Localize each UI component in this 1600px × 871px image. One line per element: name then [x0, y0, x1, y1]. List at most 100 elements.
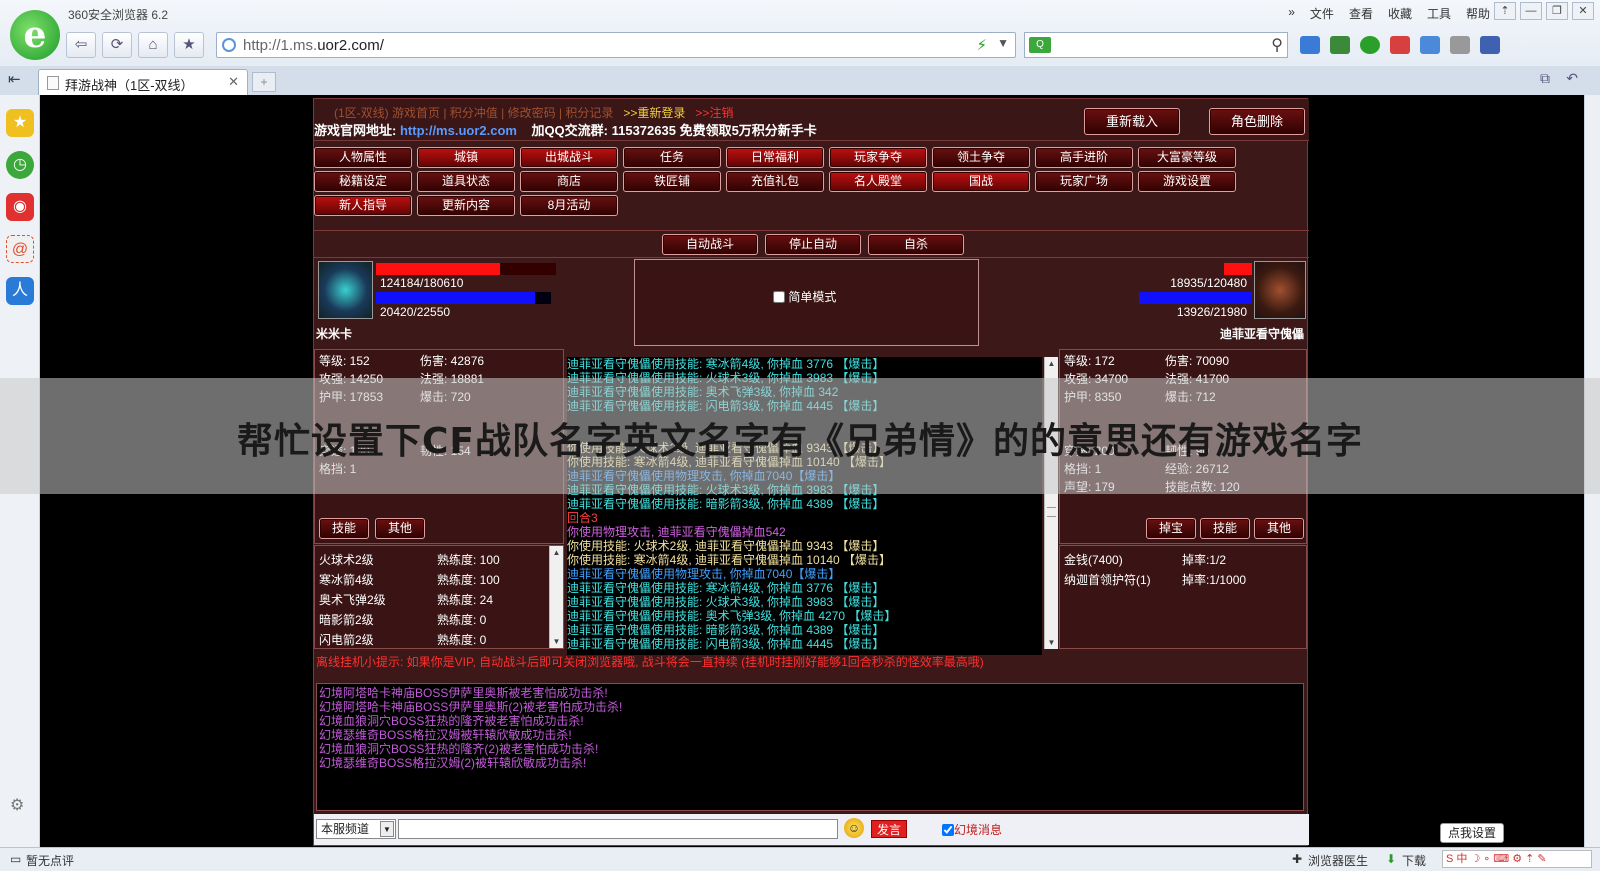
enemy-other-tab[interactable]: 其他 — [1254, 518, 1304, 539]
menu-button-2-4[interactable]: 铁匠铺 — [623, 171, 721, 192]
log-scroll-up-icon[interactable]: ▲ — [1045, 357, 1058, 370]
menu-button-3-3[interactable]: 8月活动 — [520, 195, 618, 216]
history-clock-icon[interactable]: ◷ — [6, 151, 34, 179]
menu-tools[interactable]: 工具 — [1427, 5, 1451, 22]
channel-dropdown-icon[interactable]: ▼ — [380, 821, 394, 837]
chat-input[interactable] — [398, 819, 838, 839]
send-button[interactable]: 发言 — [871, 820, 907, 838]
menu-button-1-2[interactable]: 城镇 — [417, 147, 515, 168]
simple-mode-input[interactable] — [773, 291, 785, 303]
enemy-skill-tab[interactable]: 技能 — [1200, 518, 1250, 539]
header-links[interactable]: (1区-双线) 游戏首页 | 积分冲值 | 修改密码 | 积分记录 >>重新登录… — [334, 104, 733, 121]
address-text[interactable]: http://1.ms.uor2.com/ — [243, 37, 384, 54]
minimize-button[interactable]: — — [1520, 2, 1542, 20]
channel-select[interactable]: 本服频道 ▼ — [316, 819, 396, 839]
p-skills-item: 熟练度: 0 — [437, 633, 487, 647]
menu-chevron-icon[interactable]: » — [1288, 5, 1295, 22]
download-icon[interactable]: ⬇ — [1386, 852, 1396, 866]
menu-button-1-9[interactable]: 大富豪等级 — [1138, 147, 1236, 168]
menu-button-2-3[interactable]: 商店 — [520, 171, 618, 192]
menu-button-2-8[interactable]: 玩家广场 — [1035, 171, 1133, 192]
sidebar-toggle-icon[interactable]: ⇤ — [8, 70, 21, 88]
people-icon[interactable]: 人 — [6, 277, 34, 305]
search-engine-icon[interactable]: Q — [1029, 37, 1051, 53]
simple-mode-checkbox[interactable]: 简单模式 — [773, 288, 836, 305]
menu-file[interactable]: 文件 — [1310, 5, 1334, 22]
help-tip-button[interactable]: 点我设置 — [1440, 823, 1504, 843]
site-url-link[interactable]: http://ms.uor2.com — [400, 123, 517, 138]
menu-button-2-7[interactable]: 国战 — [932, 171, 1030, 192]
menu-button-1-8[interactable]: 高手进阶 — [1035, 147, 1133, 168]
back-button[interactable]: ⇦ — [66, 32, 96, 58]
tab-game[interactable]: 拜游战神（1区-双线） ✕ — [38, 69, 248, 95]
tab-restore-icon[interactable]: ⧉ — [1540, 70, 1550, 87]
favorite-star-button[interactable]: ★ — [174, 32, 204, 58]
menu-button-1-7[interactable]: 领土争夺 — [932, 147, 1030, 168]
apps-icon[interactable] — [1300, 36, 1320, 54]
ime-toolbar-icon[interactable]: S 中 ☽ ∘ ⌨ ⚙ ⇡ ✎ — [1442, 850, 1592, 868]
menu-button-2-2[interactable]: 道具状态 — [417, 171, 515, 192]
download-link[interactable]: 下载 — [1402, 852, 1426, 869]
menu-button-2-6[interactable]: 名人殿堂 — [829, 171, 927, 192]
tab-close-icon[interactable]: ✕ — [228, 74, 239, 90]
home-button[interactable]: ⌂ — [138, 32, 168, 58]
menu-favorites[interactable]: 收藏 — [1388, 5, 1412, 22]
pin-icon[interactable]: ⇡ — [1494, 2, 1516, 20]
menu-help[interactable]: 帮助 — [1466, 5, 1490, 22]
menu-button-2-5[interactable]: 充值礼包 — [726, 171, 824, 192]
emoji-icon[interactable]: ☺ — [844, 818, 864, 838]
gear-icon[interactable]: ⚙ — [10, 795, 24, 815]
maximize-button[interactable]: ❐ — [1546, 2, 1568, 20]
stop-auto-button[interactable]: 停止自动 — [765, 234, 861, 255]
shield-icon[interactable] — [1360, 36, 1380, 54]
mail-icon[interactable]: @ — [6, 235, 34, 263]
suicide-button[interactable]: 自杀 — [868, 234, 964, 255]
menu-button-3-1[interactable]: 新人指导 — [314, 195, 412, 216]
undo-close-icon[interactable]: ↶ — [1566, 70, 1578, 87]
illusion-msg-input[interactable] — [942, 824, 954, 836]
menu-button-1-1[interactable]: 人物属性 — [314, 147, 412, 168]
search-icon[interactable]: ⚲ — [1271, 35, 1283, 55]
log-scroll-thumb[interactable] — [1047, 507, 1056, 517]
new-tab-button[interactable]: + — [252, 72, 276, 92]
menu-button-1-6[interactable]: 玩家争夺 — [829, 147, 927, 168]
menu-view[interactable]: 查看 — [1349, 5, 1373, 22]
menu-button-3-2[interactable]: 更新内容 — [417, 195, 515, 216]
page-info-icon[interactable] — [222, 38, 236, 52]
address-dropdown-icon[interactable]: ▼ — [997, 36, 1009, 50]
lightning-icon[interactable]: ⚡ — [976, 36, 987, 54]
comment-icon[interactable]: ▭ — [10, 852, 21, 866]
weibo-icon[interactable]: ◉ — [6, 193, 34, 221]
illusion-msg-checkbox[interactable]: 幻境消息 — [942, 821, 1002, 838]
enemy-mp-text: 13926/21980 — [1176, 305, 1247, 319]
menu-button-2-1[interactable]: 秘籍设定 — [314, 171, 412, 192]
enemy-treasure-tab[interactable]: 掉宝 — [1146, 518, 1196, 539]
screen-icon[interactable] — [1420, 36, 1440, 54]
address-bar[interactable]: http://1.ms.uor2.com/ ⚡ ▼ — [216, 32, 1016, 58]
delete-role-button[interactable]: 角色删除 — [1209, 108, 1305, 135]
menu-button-1-3[interactable]: 出城战斗 — [520, 147, 618, 168]
reload-button[interactable]: 重新载入 — [1084, 108, 1180, 135]
grid-icon[interactable] — [1330, 36, 1350, 54]
menu-button-1-5[interactable]: 日常福利 — [726, 147, 824, 168]
key-icon[interactable] — [1480, 36, 1500, 54]
player-hp-track — [376, 263, 556, 275]
menu-button-2-9[interactable]: 游戏设置 — [1138, 171, 1236, 192]
doctor-icon[interactable]: ✚ — [1292, 852, 1302, 866]
player-skill-tab[interactable]: 技能 — [319, 518, 369, 539]
scroll-down-icon[interactable]: ▼ — [550, 635, 563, 648]
log-scroll-down-icon[interactable]: ▼ — [1045, 636, 1058, 649]
status-comment[interactable]: 暂无点评 — [26, 852, 74, 869]
mouse-gesture-icon[interactable] — [1450, 36, 1470, 54]
skills-scrollbar[interactable]: ▲ ▼ — [549, 546, 563, 648]
browser-doctor[interactable]: 浏览器医生 — [1308, 852, 1368, 869]
favorites-star-icon[interactable]: ★ — [6, 109, 34, 137]
close-button[interactable]: ✕ — [1572, 2, 1594, 20]
scroll-up-icon[interactable]: ▲ — [550, 546, 563, 559]
translate-icon[interactable] — [1390, 36, 1410, 54]
player-other-tab[interactable]: 其他 — [375, 518, 425, 539]
menu-button-1-4[interactable]: 任务 — [623, 147, 721, 168]
auto-fight-button[interactable]: 自动战斗 — [662, 234, 758, 255]
refresh-button[interactable]: ⟳ — [102, 32, 132, 58]
search-bar[interactable]: Q ⚲ — [1024, 32, 1288, 58]
